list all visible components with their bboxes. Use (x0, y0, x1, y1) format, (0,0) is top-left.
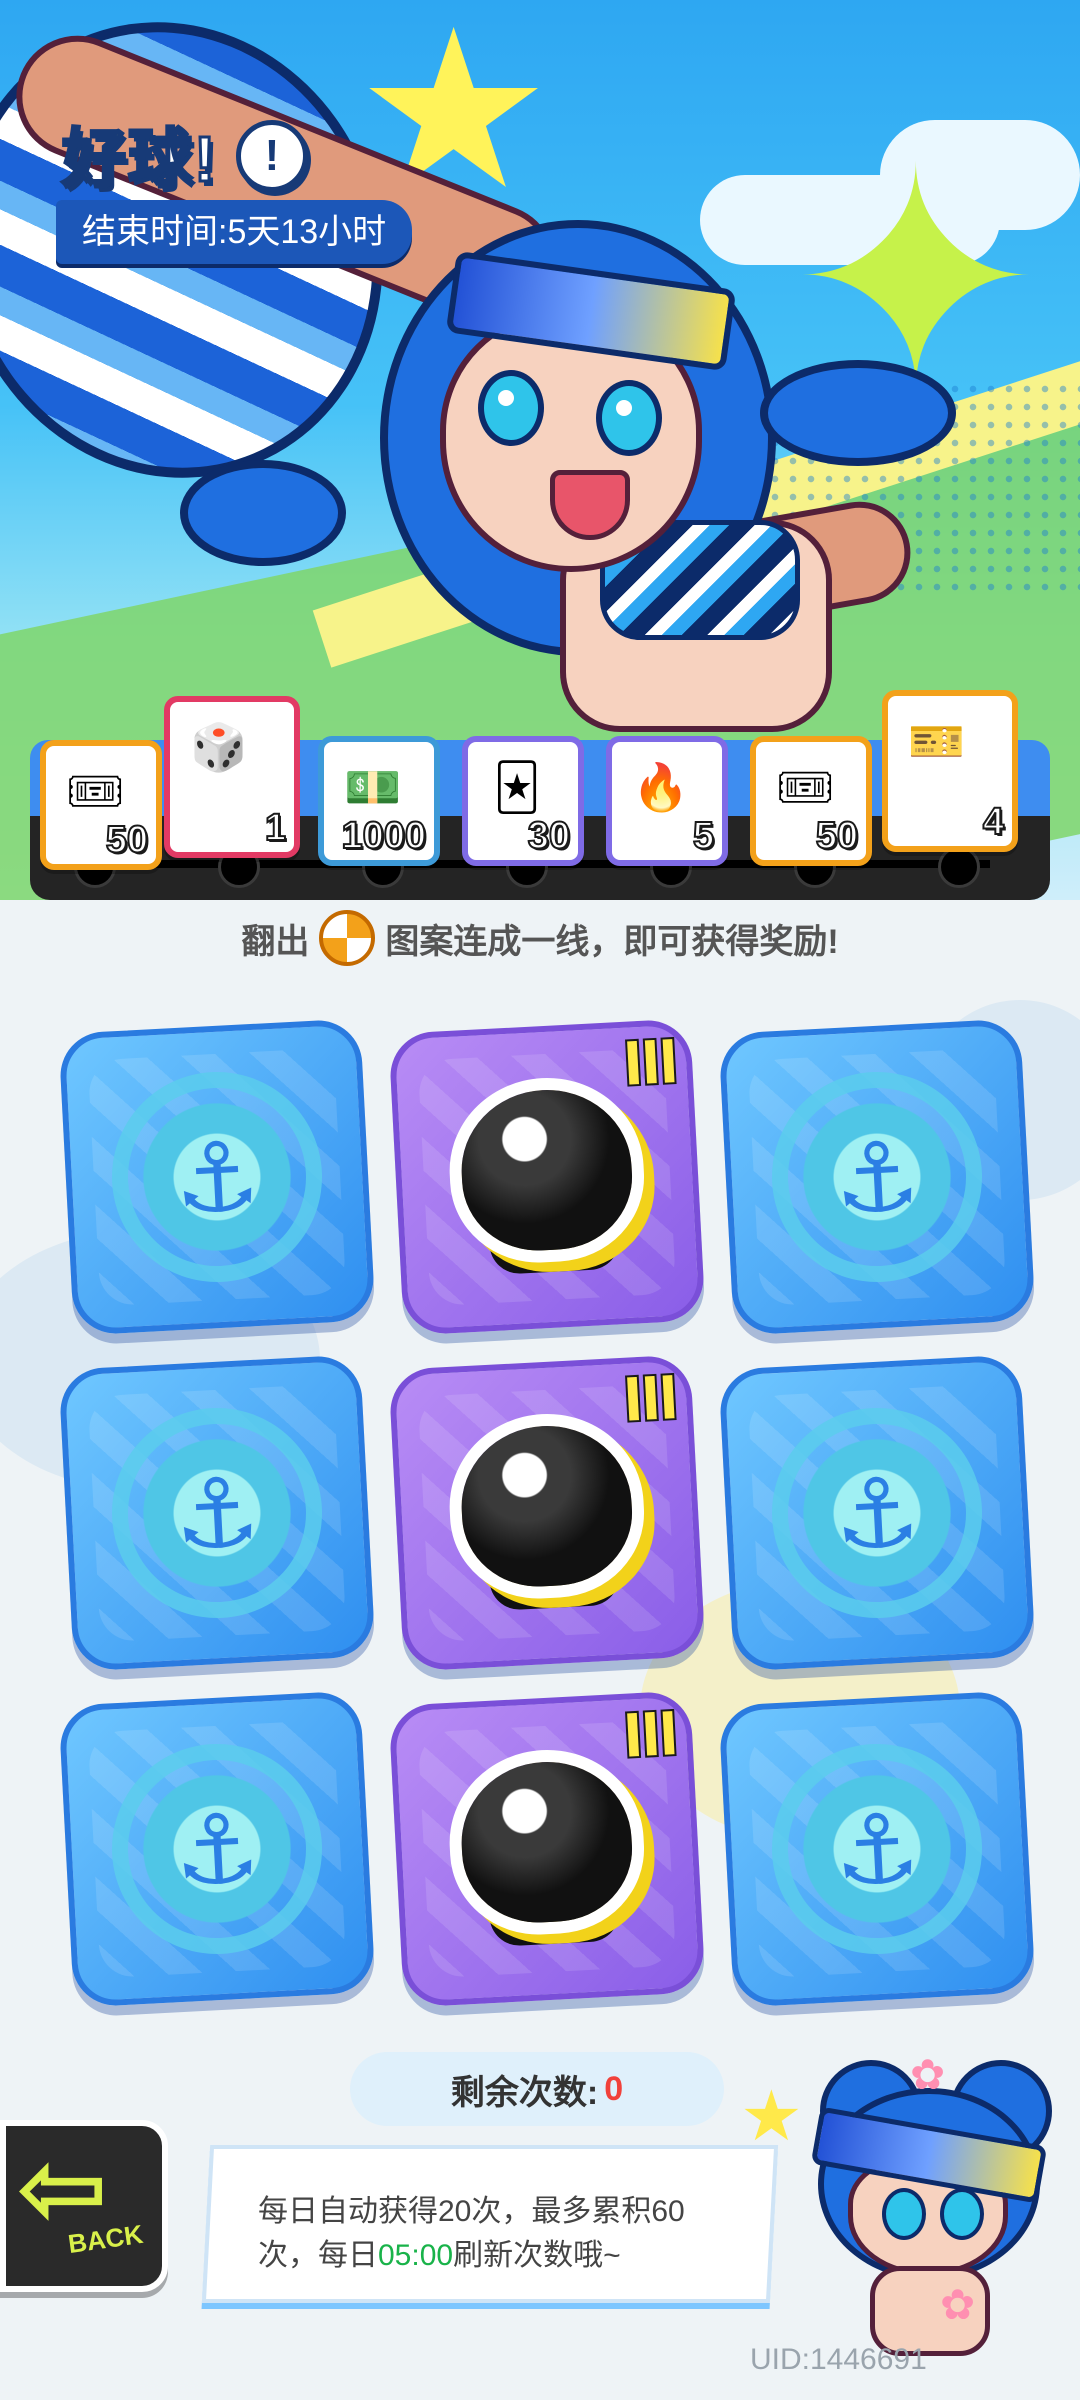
remaining-label: 剩余次数: (450, 2073, 599, 2112)
ticket-icon: 🎟 (65, 764, 125, 817)
reward-item[interactable]: 🎟 50 (750, 736, 872, 866)
user-id: UID:1446691 (750, 2343, 927, 2376)
flip-card-hidden[interactable]: ⚓ (718, 1354, 1036, 1672)
flip-card-revealed[interactable]: Ⅲ (388, 1690, 706, 2008)
cards-icon: 🃏 (493, 761, 541, 813)
reward-item[interactable]: 🎫 4 (882, 690, 1018, 852)
flip-card-hidden[interactable]: ⚓ (58, 1690, 376, 2008)
reward-quantity: 50 (105, 818, 149, 862)
splash-mark-icon: Ⅲ (619, 1363, 683, 1437)
reward-quantity: 1 (264, 806, 287, 850)
volleyball-icon (319, 910, 376, 966)
title-rest: 球! (126, 122, 218, 197)
anchor-icon: ⚓ (171, 1794, 263, 1907)
anchor-icon: ⚓ (831, 1122, 923, 1235)
ticket-icon: 🎟 (775, 760, 835, 813)
instruction-after: 图案连成一线，即可获得奖励! (385, 922, 839, 961)
reward-item[interactable]: 💵 1000 (318, 736, 440, 866)
flower-icon: ✿ (910, 2051, 946, 2098)
notice-line-2-post: 刷新次数哦~ (453, 2239, 621, 2272)
event-title: 好球! (61, 108, 218, 200)
reward-quantity: 50 (815, 814, 859, 858)
go-dice-icon: 🎲 (190, 720, 248, 773)
reward-item[interactable]: 🔥 5 (606, 736, 728, 866)
anchor-icon: ⚓ (831, 1458, 923, 1571)
chibi-character: ✿ ✿ (790, 2051, 1060, 2360)
back-button[interactable]: ⇦ BACK (0, 2120, 168, 2292)
reward-quantity: 5 (692, 814, 715, 858)
splash-mark-icon: Ⅲ (619, 1699, 683, 1773)
anchor-icon: ⚓ (831, 1794, 923, 1907)
reward-quantity: 30 (527, 814, 571, 858)
flip-card-hidden[interactable]: ⚓ (718, 1018, 1036, 1336)
flame-icon: 🔥 (632, 760, 690, 813)
info-icon[interactable]: ! (236, 120, 308, 192)
flip-card-revealed[interactable]: Ⅲ (388, 1354, 706, 1672)
flip-card-revealed[interactable]: Ⅲ (388, 1018, 706, 1336)
remaining-value: 0 (604, 2069, 624, 2108)
star-ticket-icon: 🎫 (908, 714, 966, 767)
reward-item[interactable]: 🎲 1 (164, 696, 300, 858)
notice-text: 每日自动获得20次，最多累积60 次，每日05:00刷新次数哦~ (258, 2190, 738, 2278)
reward-item[interactable]: 🃏 30 (462, 736, 584, 866)
title-first-char: 好 (61, 122, 128, 197)
track-node (938, 846, 980, 888)
flip-card-hidden[interactable]: ⚓ (58, 1354, 376, 1672)
remaining-count-pill: 剩余次数: 0 (350, 2052, 724, 2126)
notice-line-2: 次，每日05:00刷新次数哦~ (258, 2234, 738, 2278)
cash-icon: 💵 (344, 760, 402, 813)
reward-track: 🎟 50 🎲 1 💵 1000 🃏 30 🔥 5 🎟 50 🎫 4 (30, 690, 1050, 900)
anchor-icon: ⚓ (171, 1122, 263, 1235)
instruction-text: 翻出 图案连成一线，即可获得奖励! (0, 910, 1080, 966)
instruction-before: 翻出 (241, 922, 310, 961)
anchor-icon: ⚓ (171, 1458, 263, 1571)
reward-quantity: 4 (982, 800, 1005, 844)
flip-card-hidden[interactable]: ⚓ (58, 1018, 376, 1336)
flip-card-hidden[interactable]: ⚓ (718, 1690, 1036, 2008)
notice-line-1: 每日自动获得20次，最多累积60 (258, 2195, 685, 2228)
reward-quantity: 1000 (340, 814, 427, 858)
notice-line-2-pre: 次，每日 (258, 2239, 378, 2272)
notice-refresh-time: 05:00 (378, 2239, 454, 2272)
event-end-time: 结束时间:5天13小时 (56, 200, 413, 264)
flower-icon: ✿ (940, 2281, 976, 2328)
splash-mark-icon: Ⅲ (619, 1027, 683, 1101)
reward-item[interactable]: 🎟 50 (40, 740, 162, 870)
